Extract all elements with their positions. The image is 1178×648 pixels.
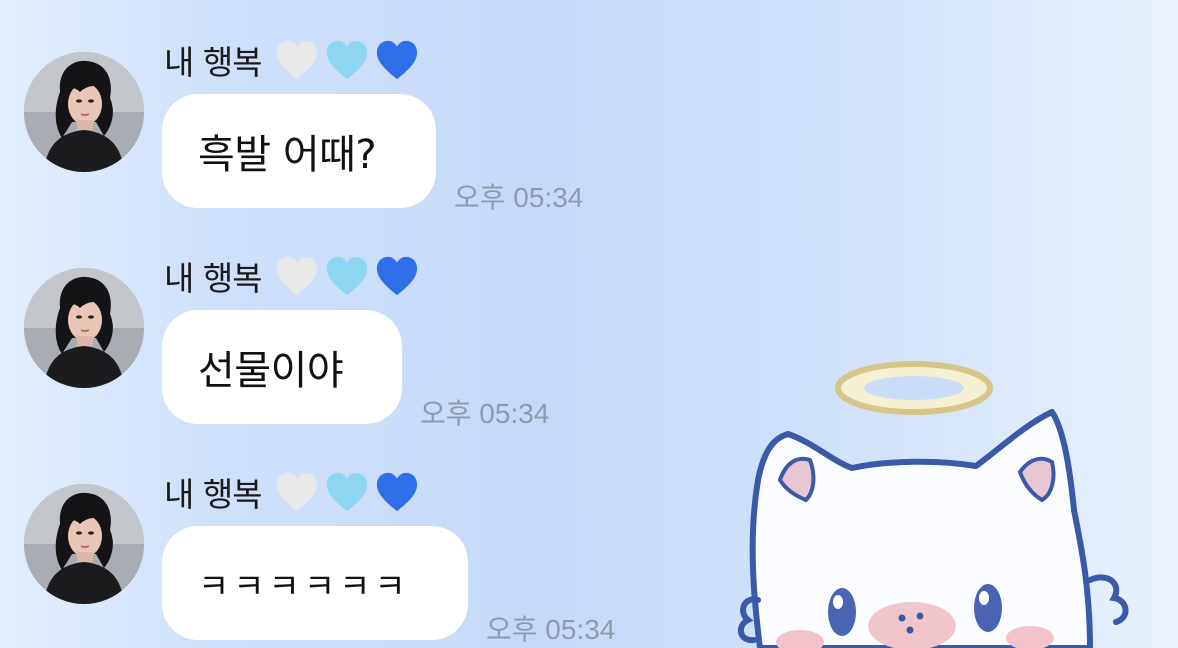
message-text: 선물이야 (198, 348, 344, 394)
message-bubble[interactable]: 흑발 어때? (162, 94, 436, 208)
message-text: 흑발 어때? (198, 132, 377, 178)
white-heart-icon (274, 38, 320, 82)
avatar-image (24, 484, 144, 604)
avatar[interactable] (24, 268, 144, 388)
blue-heart-icon (374, 254, 420, 298)
light-blue-heart-icon (324, 470, 370, 514)
avatar[interactable] (24, 52, 144, 172)
angel-cat-wallpaper-illustration (737, 361, 1129, 648)
blue-heart-icon (374, 470, 420, 514)
message-bubble[interactable]: 선물이야 (162, 310, 402, 424)
message-timestamp: 오후 05:34 (420, 398, 550, 429)
sender-hearts (274, 38, 420, 82)
sender-name: 내 행복 (164, 475, 263, 514)
message-bubble[interactable]: ㅋㅋㅋㅋㅋㅋ (162, 526, 468, 640)
message-timestamp: 오후 05:34 (454, 182, 584, 213)
message-row: 내 행복 흑발 어때? 오후 05:34 (0, 12, 1178, 213)
white-heart-icon (274, 254, 320, 298)
light-blue-heart-icon (324, 38, 370, 82)
sender-hearts (274, 470, 420, 514)
avatar-image (24, 268, 144, 388)
sender-row: 내 행복 (164, 250, 420, 302)
sender-row: 내 행복 (164, 34, 420, 86)
avatar[interactable] (24, 484, 144, 604)
avatar-image (24, 52, 144, 172)
sender-hearts (274, 254, 420, 298)
light-blue-heart-icon (324, 254, 370, 298)
blue-heart-icon (374, 38, 420, 82)
message-timestamp: 오후 05:34 (486, 614, 616, 645)
sender-row: 내 행복 (164, 466, 420, 518)
white-heart-icon (274, 470, 320, 514)
sender-name: 내 행복 (164, 259, 263, 298)
sender-name: 내 행복 (164, 43, 263, 82)
message-text: ㅋㅋㅋㅋㅋㅋ (198, 566, 410, 607)
